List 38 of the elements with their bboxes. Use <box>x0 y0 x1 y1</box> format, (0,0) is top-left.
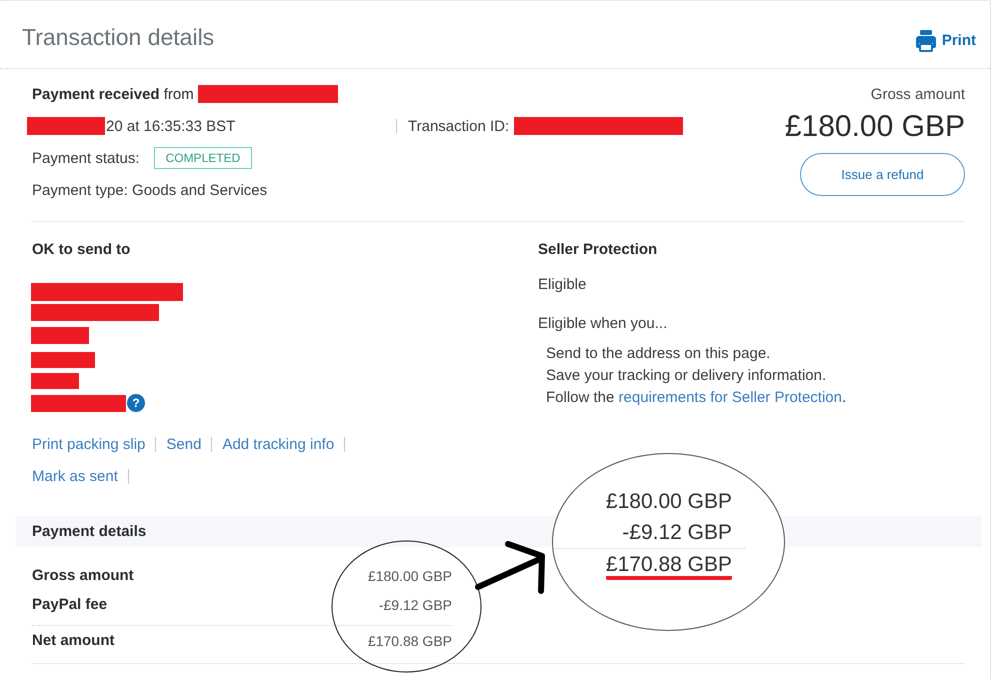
payment-received-from: Payment received from <box>32 86 194 102</box>
amount-value: £170.88 GBP <box>368 632 452 648</box>
payment-details-heading: Payment details <box>32 522 146 542</box>
help-icon[interactable]: ? <box>127 394 145 412</box>
condition-text: Save your tracking or delivery information. <box>546 366 826 386</box>
action-link[interactable]: Send <box>166 436 202 452</box>
ship-to-heading: OK to send to <box>32 240 130 260</box>
date-time: 20 at 16:35:33 BST <box>106 118 236 134</box>
gross-amount-label: Gross amount <box>870 86 965 102</box>
seller-protection-heading: Seller Protection <box>538 240 658 260</box>
amount-value: -£9.12 GBP <box>378 596 452 612</box>
condition-text: Send to the address on this page. <box>546 344 770 364</box>
issue-refund-button[interactable]: Issue a refund <box>800 153 965 196</box>
printer-icon <box>916 30 936 52</box>
redaction-bar <box>31 352 95 368</box>
amount-label: Gross amount <box>32 567 134 584</box>
requirements-link[interactable]: requirements for Seller Protection <box>618 389 842 406</box>
gross-amount-value: £180.00 GBP <box>784 110 965 144</box>
eligibility-intro: Eligible when you... <box>538 314 668 334</box>
action-link[interactable]: Add tracking info <box>222 436 334 452</box>
callout-amount: £170.88 GBP <box>606 554 732 580</box>
eligibility-status: Eligible <box>538 275 586 295</box>
payment-status-label: Payment status: <box>32 150 140 166</box>
amount-label: Net amount <box>32 632 114 649</box>
status-badge: COMPLETED <box>154 147 252 169</box>
redaction-bar <box>31 373 79 389</box>
action-link[interactable]: Mark as sent <box>32 468 118 484</box>
callout-amount: £180.00 GBP <box>606 490 732 514</box>
condition-text: Follow the requirements for Seller Protection. <box>546 388 846 408</box>
transaction-id-label: Transaction ID: <box>408 118 510 134</box>
redaction-bar <box>31 327 89 344</box>
payment-type: Payment type: Goods and Services <box>32 182 268 198</box>
print-button[interactable]: Print <box>916 30 976 52</box>
amount-label: PayPal fee <box>32 596 108 613</box>
amount-value: £180.00 GBP <box>368 568 452 584</box>
page-title: Transaction details <box>22 24 214 51</box>
callout-amount: -£9.12 GBP <box>622 520 732 544</box>
action-link[interactable]: Print packing slip <box>32 436 146 452</box>
